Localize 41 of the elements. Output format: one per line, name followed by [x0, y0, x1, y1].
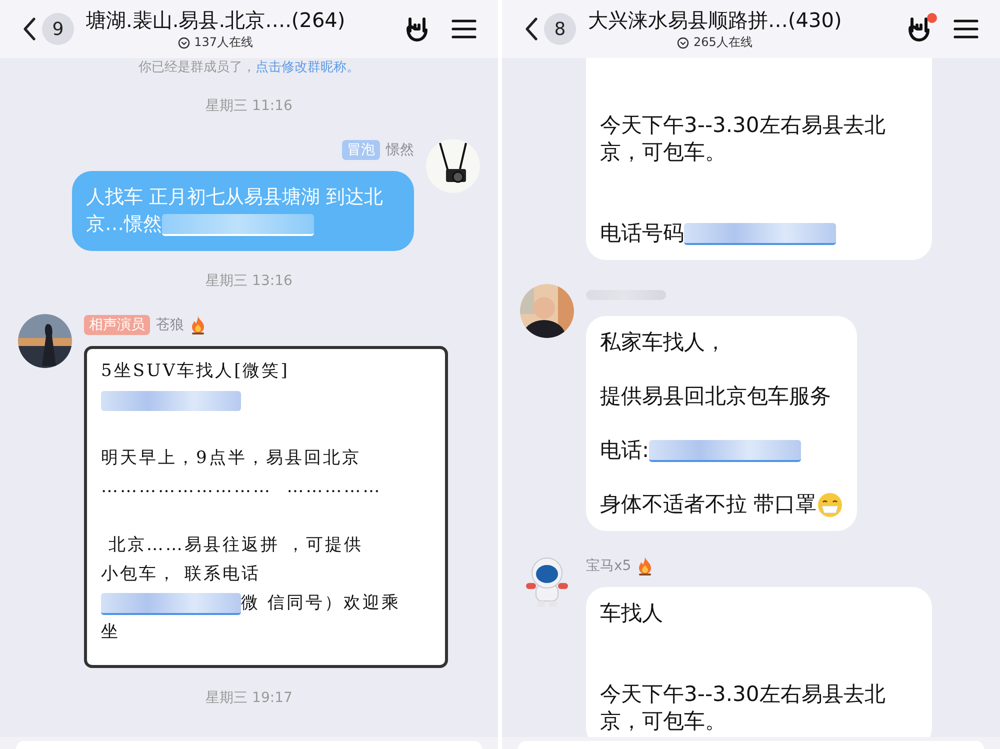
- unread-badge: 9: [42, 13, 74, 45]
- message-line: 坐: [101, 621, 121, 644]
- message-line: 车找人: [600, 600, 664, 628]
- message-line: 身体不适者不拉 带口罩: [600, 491, 843, 518]
- message-line: 微 信同号）欢迎乘: [101, 589, 435, 618]
- online-count: 137人在线: [194, 34, 254, 51]
- chevron-circle-icon: [677, 36, 690, 48]
- online-count: 265人在线: [693, 34, 752, 51]
- chat-title: 大兴涞水易县顺路拼…(430): [588, 7, 842, 33]
- member-tag: 相声演员: [84, 315, 150, 335]
- message-line: 提供易县回北京包车服务: [600, 383, 832, 410]
- blurred-phone-link[interactable]: [649, 440, 802, 462]
- message-line: 人找车 正月初七从易县塘湖 到达北京…憬然: [86, 185, 384, 238]
- sender-name: 憬然: [386, 141, 414, 159]
- message-line: ……………………… ……………: [101, 476, 383, 499]
- timestamp: 星期三 11:16: [204, 97, 294, 115]
- message-line: 私家车找人，: [600, 329, 727, 356]
- message-line: 明天早上，9点半，易县回北京: [101, 447, 362, 470]
- message-line: 电话:: [600, 437, 843, 464]
- sender-name: 宝马x5: [586, 557, 632, 576]
- message-line: 北京……易县往返拼 ，可提供: [107, 534, 364, 557]
- message-line: 今天下午3--3.30左右易县去北京，可包车。: [600, 112, 886, 166]
- chat-title: 塘湖.裴山.易县.北京….(264): [86, 7, 346, 33]
- member-tag: 冒泡: [342, 140, 380, 160]
- system-notice: 你已经是群成员了，点击修改群昵称。: [138, 60, 360, 76]
- blurred-phone-link[interactable]: [684, 223, 836, 246]
- timestamp: 星期三 19:17: [204, 689, 294, 707]
- menu-button[interactable]: [952, 17, 980, 41]
- message-line: 今天下午3--3.30左右易县去北京，可包车。: [600, 681, 886, 736]
- unread-badge: 8: [544, 13, 576, 45]
- blurred-phone-link[interactable]: [101, 592, 241, 615]
- image-message[interactable]: 5坐SUV车找人[微笑] 明天早上，9点半，易县回北京 ……………………… …………… 北京……易县往返拼 ，可提供 小包车， 联系电话 微 信同号）欢迎乘 坐: [84, 346, 448, 668]
- mask-face-icon: [816, 492, 843, 518]
- message-line: 5坐SUV车找人[微笑]: [101, 360, 290, 383]
- camera-icon[interactable]: [426, 139, 480, 193]
- message-line: 电话号码: [600, 220, 918, 247]
- message-line: 小包车， 联系电话: [101, 563, 262, 586]
- chevron-circle-icon: [178, 36, 190, 48]
- timestamp: 星期三 13:16: [204, 272, 294, 290]
- menu-button[interactable]: [450, 17, 478, 41]
- sender-name: 苍狼: [156, 316, 184, 334]
